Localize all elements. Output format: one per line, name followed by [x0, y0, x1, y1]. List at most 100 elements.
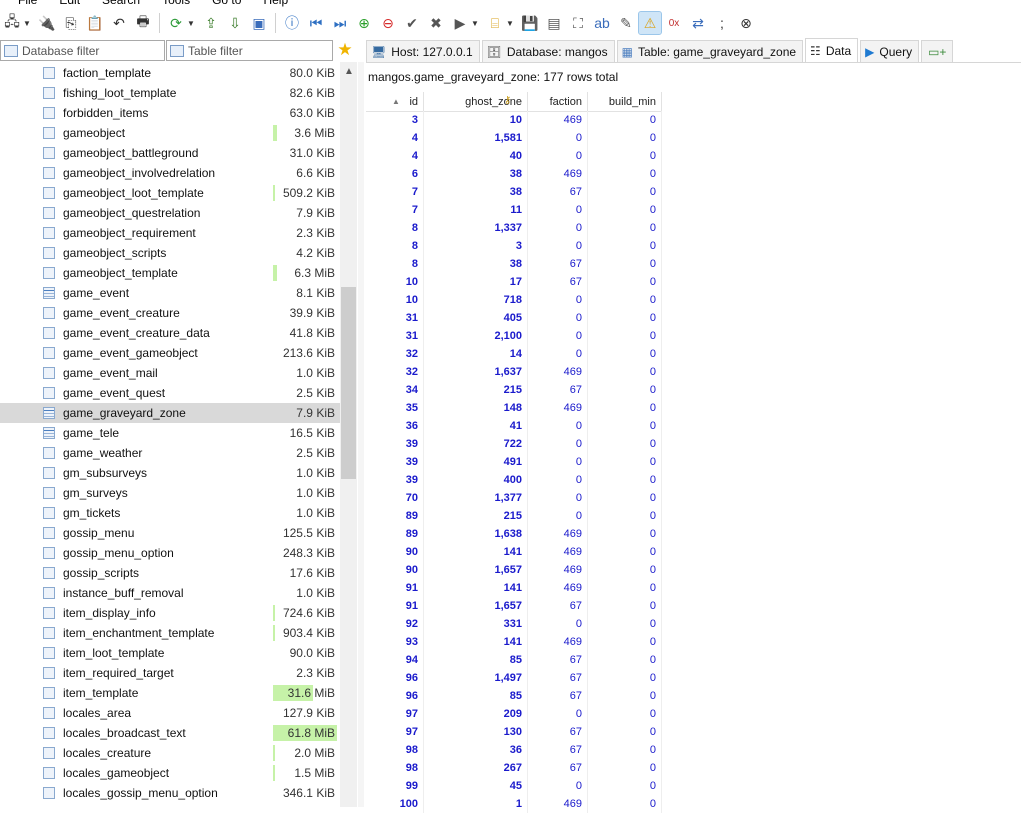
tree-item[interactable]: gameobject_battleground 31.0 KiB	[0, 143, 340, 163]
cell-id[interactable]: 89	[366, 525, 424, 543]
tree-item[interactable]: locales_broadcast_text 61.8 MiB	[0, 723, 340, 743]
tree-item[interactable]: item_display_info 724.6 KiB	[0, 603, 340, 623]
tree-item[interactable]: gameobject_scripts 4.2 KiB	[0, 243, 340, 263]
cell-ghost-zone[interactable]: 215	[424, 507, 528, 525]
table-row[interactable]: 4 40 0 0	[366, 147, 662, 165]
cell-faction[interactable]: 0	[528, 489, 588, 507]
cell-ghost-zone[interactable]: 3	[424, 237, 528, 255]
cell-ghost-zone[interactable]: 36	[424, 741, 528, 759]
tab-new-query[interactable]: ▭+	[921, 40, 954, 62]
cell-ghost-zone[interactable]: 209	[424, 705, 528, 723]
cell-faction[interactable]: 0	[528, 129, 588, 147]
cell-ghost-zone[interactable]: 38	[424, 165, 528, 183]
column-header-id[interactable]: ▲ id	[366, 92, 424, 111]
cell-id[interactable]: 98	[366, 741, 424, 759]
help-icon[interactable]: ⓘ	[281, 12, 303, 34]
tree-item[interactable]: game_event_mail 1.0 KiB	[0, 363, 340, 383]
cell-ghost-zone[interactable]: 400	[424, 471, 528, 489]
cell-build-min[interactable]: 0	[588, 399, 662, 417]
cell-faction[interactable]: 67	[528, 381, 588, 399]
cell-id[interactable]: 39	[366, 453, 424, 471]
table-row[interactable]: 31 2,100 0 0	[366, 327, 662, 345]
tab-query[interactable]: ▶ Query	[860, 40, 920, 62]
tree-item[interactable]: game_event_creature 39.9 KiB	[0, 303, 340, 323]
cell-faction[interactable]: 67	[528, 255, 588, 273]
cell-build-min[interactable]: 0	[588, 525, 662, 543]
cell-faction[interactable]: 469	[528, 579, 588, 597]
table-row[interactable]: 98 267 67 0	[366, 759, 662, 777]
cell-build-min[interactable]: 0	[588, 777, 662, 795]
cell-build-min[interactable]: 0	[588, 723, 662, 741]
table-row[interactable]: 98 36 67 0	[366, 741, 662, 759]
filter-icon[interactable]: ⌸	[484, 12, 506, 34]
tree-item[interactable]: game_event_quest 2.5 KiB	[0, 383, 340, 403]
disconnect-icon[interactable]: 🔌	[36, 12, 58, 34]
cell-build-min[interactable]: 0	[588, 615, 662, 633]
cell-build-min[interactable]: 0	[588, 255, 662, 273]
cell-ghost-zone[interactable]: 38	[424, 183, 528, 201]
cell-ghost-zone[interactable]: 1,638	[424, 525, 528, 543]
table-row[interactable]: 7 38 67 0	[366, 183, 662, 201]
cell-ghost-zone[interactable]: 1,377	[424, 489, 528, 507]
cell-build-min[interactable]: 0	[588, 741, 662, 759]
table-row[interactable]: 8 38 67 0	[366, 255, 662, 273]
save-all-icon[interactable]: ▤	[543, 12, 565, 34]
column-header-faction[interactable]: faction	[528, 92, 588, 111]
cell-faction[interactable]: 0	[528, 453, 588, 471]
table-row[interactable]: 100 1 469 0	[366, 795, 662, 813]
cell-id[interactable]: 92	[366, 615, 424, 633]
cell-faction[interactable]: 67	[528, 687, 588, 705]
cell-ghost-zone[interactable]: 40	[424, 147, 528, 165]
table-row[interactable]: 8300	[366, 237, 662, 255]
column-header-build-min[interactable]: build_min	[588, 92, 662, 111]
column-header-ghost-zone[interactable]: ⚷ ghost_zone	[424, 92, 528, 111]
cell-id[interactable]: 32	[366, 345, 424, 363]
tree-item[interactable]: game_event_creature_data 41.8 KiB	[0, 323, 340, 343]
tab-data[interactable]: ☷ Data	[805, 38, 859, 62]
tree-item[interactable]: faction_template 80.0 KiB	[0, 63, 340, 83]
cell-ghost-zone[interactable]: 85	[424, 651, 528, 669]
table-row[interactable]: 34 215 67 0	[366, 381, 662, 399]
cell-faction[interactable]: 469	[528, 165, 588, 183]
table-row[interactable]: 39 400 0 0	[366, 471, 662, 489]
tree-item[interactable]: game_event 8.1 KiB	[0, 283, 340, 303]
cell-build-min[interactable]: 0	[588, 237, 662, 255]
cell-faction[interactable]: 469	[528, 363, 588, 381]
cell-ghost-zone[interactable]: 11	[424, 201, 528, 219]
replace-icon[interactable]: ab	[591, 12, 613, 34]
cell-id[interactable]: 94	[366, 651, 424, 669]
menu-item[interactable]: Edit	[45, 0, 88, 7]
cell-build-min[interactable]: 0	[588, 795, 662, 813]
cell-faction[interactable]: 0	[528, 291, 588, 309]
table-row[interactable]: 36 41 0 0	[366, 417, 662, 435]
cell-faction[interactable]: 67	[528, 723, 588, 741]
cell-faction[interactable]: 0	[528, 417, 588, 435]
copy-icon[interactable]: ⎘	[60, 12, 82, 34]
cell-ghost-zone[interactable]: 148	[424, 399, 528, 417]
table-row[interactable]: 8 1,337 0 0	[366, 219, 662, 237]
cell-ghost-zone[interactable]: 405	[424, 309, 528, 327]
cell-id[interactable]: 31	[366, 309, 424, 327]
cell-build-min[interactable]: 0	[588, 147, 662, 165]
cell-id[interactable]: 99	[366, 777, 424, 795]
cell-ghost-zone[interactable]: 41	[424, 417, 528, 435]
cell-id[interactable]: 10	[366, 273, 424, 291]
tree-item[interactable]: gameobject 3.6 MiB	[0, 123, 340, 143]
cell-ghost-zone[interactable]: 85	[424, 687, 528, 705]
paste-icon[interactable]: 📋	[84, 12, 106, 34]
database-filter-input[interactable]: Database filter	[0, 40, 165, 61]
cell-faction[interactable]: 0	[528, 327, 588, 345]
print-icon[interactable]: 🖶	[132, 12, 154, 34]
cell-build-min[interactable]: 0	[588, 597, 662, 615]
cell-id[interactable]: 6	[366, 165, 424, 183]
cell-build-min[interactable]: 0	[588, 345, 662, 363]
cell-faction[interactable]: 469	[528, 795, 588, 813]
table-row[interactable]: 90 1,657 469 0	[366, 561, 662, 579]
cell-id[interactable]: 98	[366, 759, 424, 777]
cell-ghost-zone[interactable]: 130	[424, 723, 528, 741]
cell-faction[interactable]: 0	[528, 471, 588, 489]
cell-build-min[interactable]: 0	[588, 543, 662, 561]
table-row[interactable]: 6 38 469 0	[366, 165, 662, 183]
cell-build-min[interactable]: 0	[588, 579, 662, 597]
cell-ghost-zone[interactable]: 1,637	[424, 363, 528, 381]
